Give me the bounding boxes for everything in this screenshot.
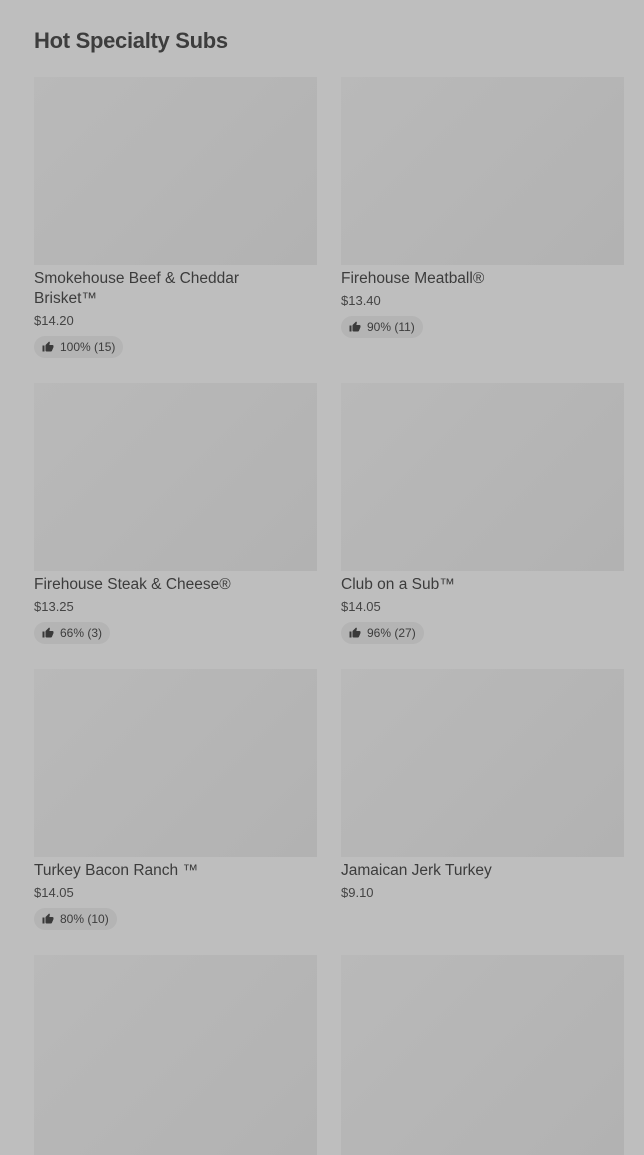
rating-text: 100% (15)	[60, 340, 116, 354]
product-name[interactable]: Firehouse Meatball®	[341, 269, 591, 289]
product-price: $14.20	[34, 313, 74, 328]
product-image[interactable]	[34, 669, 317, 857]
product-name[interactable]: Club on a Sub™	[341, 575, 591, 595]
product-image[interactable]	[341, 77, 624, 265]
rating-badge: 100% (15)	[34, 336, 124, 358]
rating-text: 66% (3)	[60, 626, 103, 640]
product-image[interactable]	[34, 955, 317, 1155]
rating-badge: 66% (3)	[34, 622, 111, 644]
product-card[interactable]	[341, 955, 624, 1155]
product-grid: Smokehouse Beef & Cheddar Brisket™ $14.2…	[34, 77, 624, 1155]
product-card[interactable]: Smokehouse Beef & Cheddar Brisket™ $14.2…	[34, 77, 317, 383]
product-image[interactable]	[341, 669, 624, 857]
product-price: $9.10	[341, 885, 374, 900]
thumbs-up-icon	[42, 341, 54, 352]
product-card[interactable]: Turkey Bacon Ranch ™ $14.05 80% (10)	[34, 669, 317, 955]
product-price: $14.05	[341, 599, 381, 614]
thumbs-up-icon	[349, 321, 361, 332]
rating-text: 96% (27)	[367, 626, 416, 640]
product-card[interactable]: Firehouse Meatball® $13.40 90% (11)	[341, 77, 624, 383]
product-name[interactable]: Firehouse Steak & Cheese®	[34, 575, 284, 595]
rating-text: 90% (11)	[367, 320, 415, 334]
product-image[interactable]	[341, 955, 624, 1155]
rating-badge: 96% (27)	[341, 622, 424, 644]
rating-text: 80% (10)	[60, 912, 109, 926]
product-image[interactable]	[341, 383, 624, 571]
product-card[interactable]: Firehouse Steak & Cheese® $13.25 66% (3)	[34, 383, 317, 669]
product-image[interactable]	[34, 383, 317, 571]
product-card[interactable]: Club on a Sub™ $14.05 96% (27)	[341, 383, 624, 669]
thumbs-up-icon	[42, 627, 54, 638]
section-title: Hot Specialty Subs	[34, 28, 228, 53]
product-price: $13.40	[341, 293, 381, 308]
product-name[interactable]: Jamaican Jerk Turkey	[341, 861, 591, 881]
rating-badge: 90% (11)	[341, 316, 423, 338]
thumbs-up-icon	[42, 913, 54, 924]
product-price: $13.25	[34, 599, 74, 614]
product-name[interactable]: Turkey Bacon Ranch ™	[34, 861, 284, 881]
rating-badge: 80% (10)	[34, 908, 117, 930]
product-price: $14.05	[34, 885, 74, 900]
product-name[interactable]: Smokehouse Beef & Cheddar Brisket™	[34, 269, 284, 309]
product-image[interactable]	[34, 77, 317, 265]
product-card[interactable]: Jamaican Jerk Turkey $9.10	[341, 669, 624, 955]
thumbs-up-icon	[349, 627, 361, 638]
product-card[interactable]	[34, 955, 317, 1155]
